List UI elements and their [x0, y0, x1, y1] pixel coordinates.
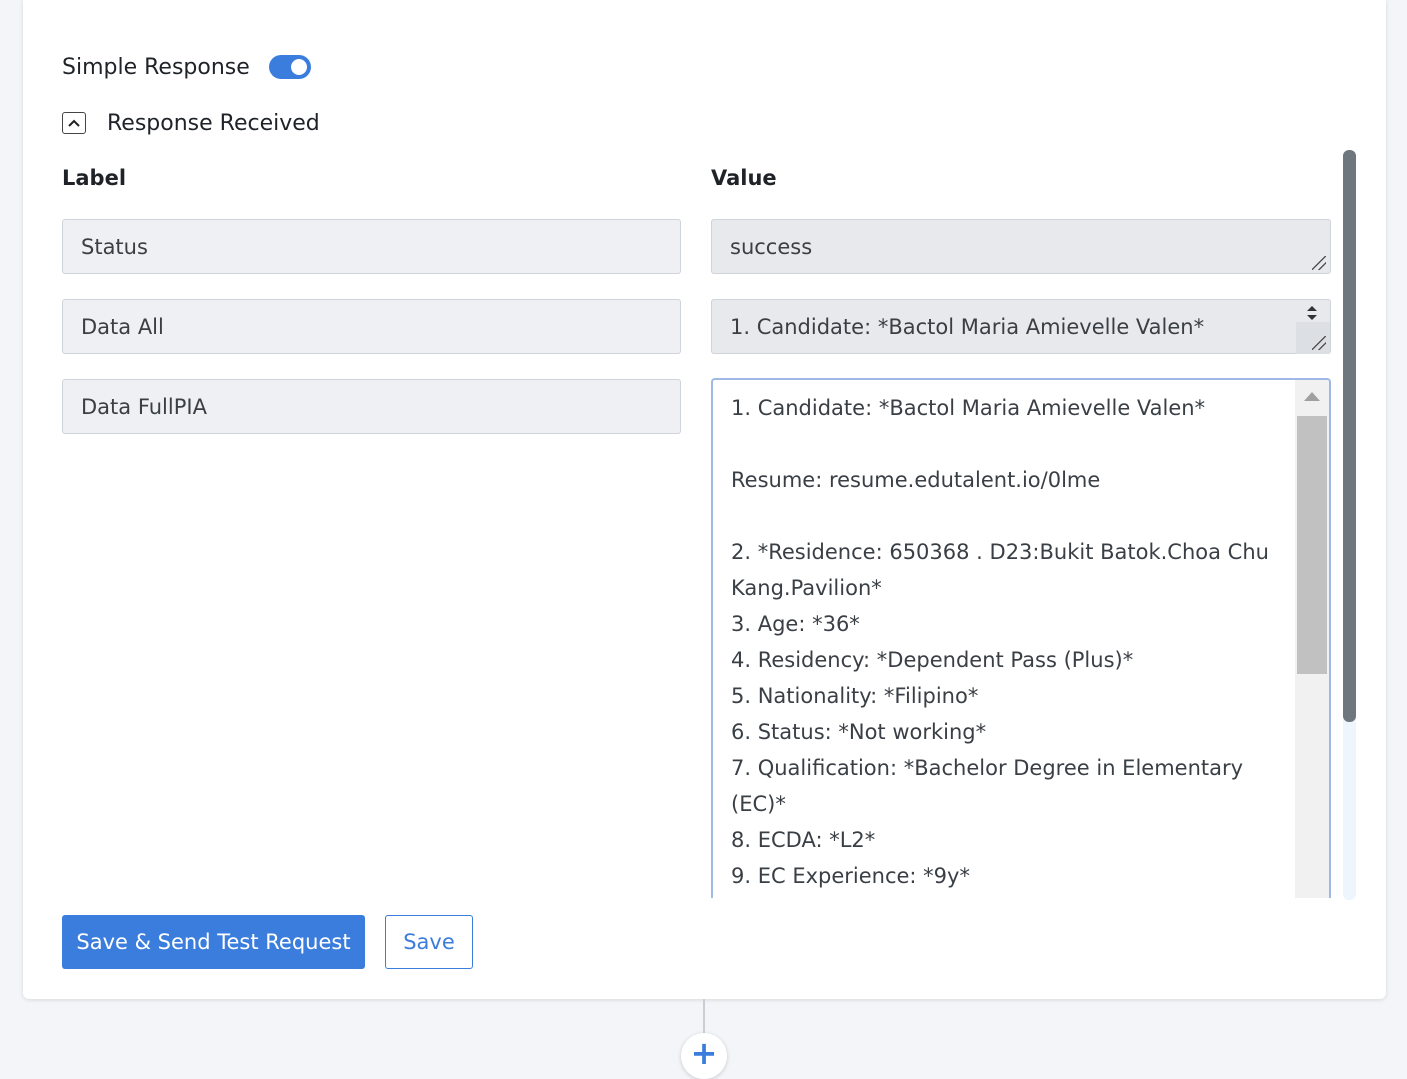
fullpia-line	[731, 498, 1291, 534]
fullpia-line: 7. Qualification: *Bachelor Degree in El…	[731, 756, 1244, 816]
value-field-status[interactable]: success	[711, 219, 1331, 274]
value-text-data-all: 1. Candidate: *Bactol Maria Amievelle Va…	[730, 314, 1205, 339]
chevron-up-icon[interactable]	[62, 112, 86, 134]
label-field-status[interactable]: Status	[62, 219, 681, 274]
resize-grip-icon[interactable]	[1312, 256, 1326, 270]
label-field-data-all[interactable]: Data All	[62, 299, 681, 354]
simple-response-label: Simple Response	[62, 54, 250, 80]
value-field-data-all[interactable]: 1. Candidate: *Bactol Maria Amievelle Va…	[711, 299, 1331, 354]
save-send-test-button[interactable]: Save & Send Test Request	[62, 915, 365, 969]
fullpia-line: 9. EC Experience: *9y*	[731, 864, 970, 888]
fullpia-line: 2. *Residence: 650368 . D23:Bukit Batok.…	[731, 540, 1269, 600]
textarea-scrollbar[interactable]	[1295, 380, 1329, 898]
scroll-arrows-icon[interactable]	[1300, 302, 1324, 324]
simple-response-toggle[interactable]	[268, 55, 311, 79]
label-field-data-fullpia[interactable]: Data FullPIA	[62, 379, 681, 434]
fullpia-line: 3. Age: *36*	[731, 612, 860, 636]
scroll-up-arrow-icon[interactable]	[1304, 392, 1320, 401]
value-field-data-fullpia[interactable]: 1. Candidate: *Bactol Maria Amievelle Va…	[711, 378, 1331, 898]
fullpia-line	[731, 426, 1291, 462]
step-config-card: Simple Response Response Received Label …	[23, 0, 1386, 999]
plus-icon[interactable]: +	[681, 1033, 727, 1079]
panel-scroll-thumb[interactable]	[1343, 150, 1356, 722]
fullpia-line: 4. Residency: *Dependent Pass (Plus)*	[731, 648, 1134, 672]
fullpia-text: 1. Candidate: *Bactol Maria Amievelle Va…	[731, 390, 1291, 894]
fullpia-line: 1. Candidate: *Bactol Maria Amievelle Va…	[731, 396, 1206, 420]
label-column-header: Label	[62, 166, 127, 190]
toggle-knob	[290, 59, 307, 75]
response-received-row: Response Received	[62, 106, 320, 140]
response-received-label: Response Received	[107, 110, 320, 136]
fullpia-line: 6. Status: *Not working*	[731, 720, 987, 744]
save-button[interactable]: Save	[385, 915, 473, 969]
fullpia-line: 5. Nationality: *Filipino*	[731, 684, 979, 708]
panel-scrollbar[interactable]	[1343, 150, 1356, 900]
value-column-header: Value	[711, 166, 777, 190]
fullpia-line: Resume: resume.edutalent.io/0lme	[731, 468, 1101, 492]
flow-connector-line	[703, 999, 705, 1033]
fullpia-line: 8. ECDA: *L2*	[731, 828, 876, 852]
textarea-scroll-thumb[interactable]	[1297, 416, 1327, 674]
simple-response-row: Simple Response	[62, 50, 311, 84]
resize-grip-icon[interactable]	[1312, 336, 1326, 350]
value-text-status: success	[730, 234, 813, 259]
